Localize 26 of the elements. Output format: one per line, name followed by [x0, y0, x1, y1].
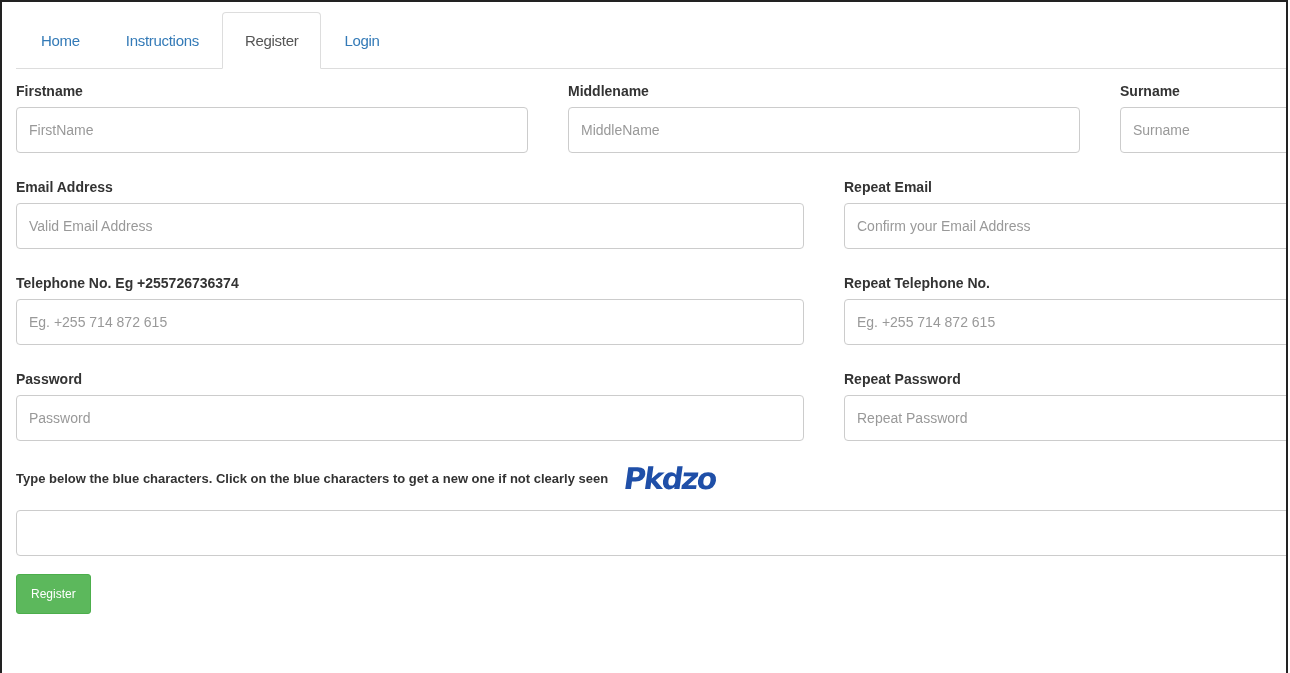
- input-field[interactable]: Repeat Password: [844, 395, 1286, 441]
- register-button[interactable]: Register: [16, 574, 91, 614]
- input-field[interactable]: Eg. +255 714 872 615: [16, 299, 804, 345]
- nav-tab[interactable]: Register: [221, 12, 322, 69]
- captcha-instruction: Type below the blue characters. Click on the blue characters to get a new one if not clearly seen: [16, 471, 609, 486]
- input-field[interactable]: FirstName: [16, 107, 528, 153]
- field-label: Surname: [1120, 83, 1181, 99]
- input-field[interactable]: Eg. +255 714 872 615: [844, 299, 1286, 345]
- field-label: Email Address: [16, 179, 114, 195]
- field-label: Repeat Telephone No.: [844, 275, 991, 291]
- captcha-characters[interactable]: Pkdzo: [621, 461, 719, 496]
- input-field[interactable]: Password: [16, 395, 804, 441]
- input-field[interactable]: Valid Email Address: [16, 203, 804, 249]
- nav-tab[interactable]: Login: [321, 12, 403, 69]
- input-field[interactable]: Surname: [1120, 107, 1286, 153]
- field-label: Telephone No. Eg +255726736374: [16, 275, 240, 291]
- nav-tab[interactable]: Home: [18, 12, 103, 69]
- field-label: Middlename: [568, 83, 650, 99]
- input-field[interactable]: MiddleName: [568, 107, 1080, 153]
- nav-tab[interactable]: Instructions: [102, 12, 222, 69]
- field-label: Password: [16, 371, 84, 387]
- field-label: Firstname: [16, 83, 84, 99]
- field-label: Repeat Email: [844, 179, 933, 195]
- input-field[interactable]: Confirm your Email Address: [844, 203, 1286, 249]
- field-label: Repeat Password: [844, 371, 962, 387]
- captcha-input-field[interactable]: [16, 510, 1286, 556]
